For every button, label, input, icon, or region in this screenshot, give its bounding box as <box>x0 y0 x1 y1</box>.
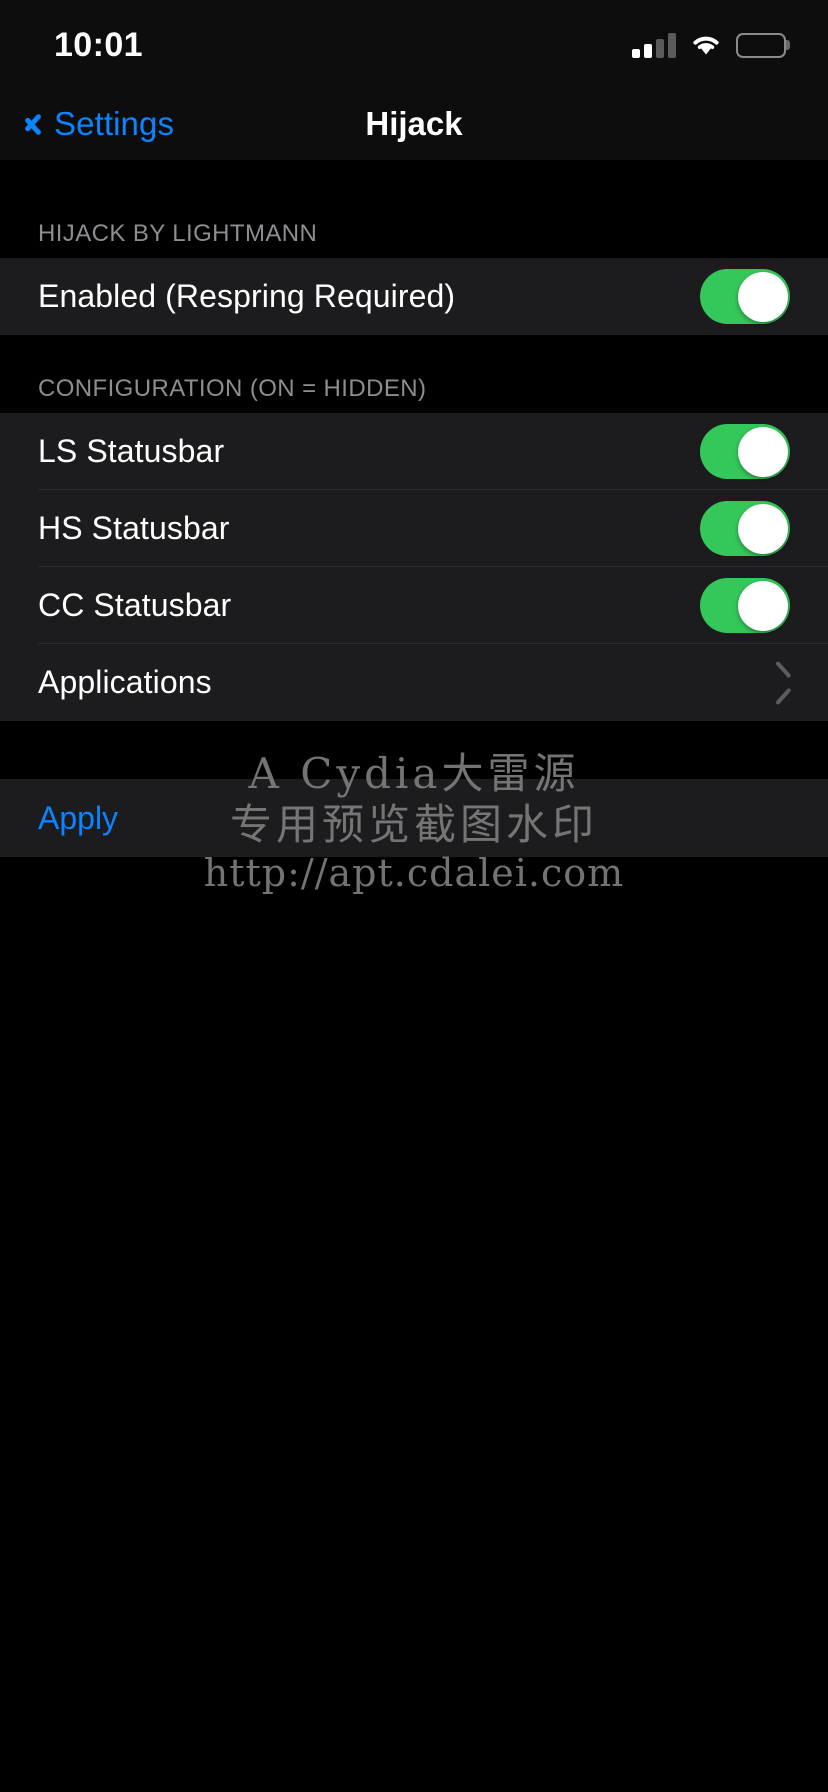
row-hs-statusbar-label: HS Statusbar <box>38 510 230 546</box>
toggle-hs-statusbar[interactable] <box>700 501 790 556</box>
row-applications-label: Applications <box>38 664 212 700</box>
navigation-bar: Hijack Settings <box>0 88 828 160</box>
toggle-ls-statusbar[interactable] <box>700 424 790 479</box>
toggle-enabled[interactable] <box>700 269 790 324</box>
settings-table: HIJACK BY LIGHTMANN Enabled (Respring Re… <box>0 160 828 857</box>
chevron-left-icon <box>22 107 42 141</box>
section-header-hijack: HIJACK BY LIGHTMANN <box>0 160 828 258</box>
back-button-label: Settings <box>54 105 175 142</box>
row-apply[interactable]: Apply <box>0 779 828 857</box>
apply-button-label: Apply <box>38 799 119 836</box>
battery-icon <box>736 32 790 58</box>
row-ls-statusbar[interactable]: LS Statusbar <box>0 413 828 490</box>
row-applications[interactable]: Applications <box>0 644 828 721</box>
back-button[interactable]: Settings <box>22 88 174 160</box>
chevron-right-icon <box>768 667 786 699</box>
status-bar: 10:01 <box>0 0 828 88</box>
status-bar-time: 10:01 <box>54 26 143 64</box>
row-ls-statusbar-label: LS Statusbar <box>38 433 225 469</box>
watermark-line-3: http://apt.cdalei.com <box>203 851 625 896</box>
section-header-configuration: CONFIGURATION (ON = HIDDEN) <box>0 335 828 413</box>
section-gap <box>0 721 828 779</box>
toggle-knob <box>737 580 788 631</box>
cellular-signal-icon <box>632 32 676 58</box>
toggle-knob <box>737 503 788 554</box>
row-hs-statusbar[interactable]: HS Statusbar <box>0 490 828 567</box>
row-cc-statusbar-label: CC Statusbar <box>38 587 232 623</box>
row-enabled[interactable]: Enabled (Respring Required) <box>0 258 828 335</box>
status-bar-indicators <box>632 28 790 62</box>
settings-screen: 10:01 Hijack Settings HIJACK BY LIGHTMAN… <box>0 0 828 1792</box>
toggle-knob <box>737 426 788 477</box>
wifi-icon <box>690 33 722 57</box>
section-group-configuration: LS Statusbar HS Statusbar CC Statusbar A… <box>0 413 828 721</box>
section-group-hijack: Enabled (Respring Required) <box>0 258 828 335</box>
row-enabled-label: Enabled (Respring Required) <box>38 278 456 314</box>
toggle-cc-statusbar[interactable] <box>700 578 790 633</box>
row-cc-statusbar[interactable]: CC Statusbar <box>0 567 828 644</box>
toggle-knob <box>737 271 788 322</box>
